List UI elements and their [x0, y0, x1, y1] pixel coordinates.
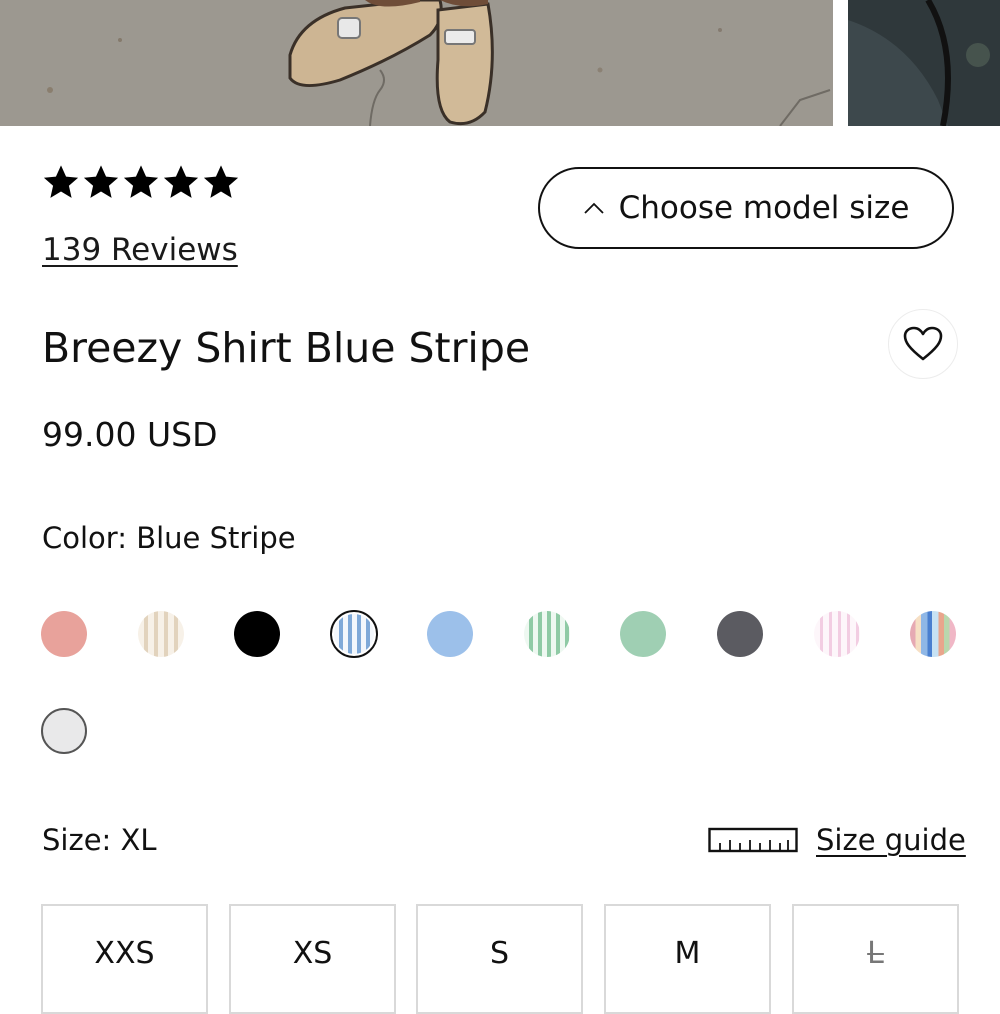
color-swatch-light-blue[interactable]	[427, 611, 473, 657]
photo-loafers-image	[0, 0, 833, 126]
color-swatch-pink-stripe[interactable]	[814, 611, 860, 657]
choose-model-size-button[interactable]: Choose model size	[538, 167, 954, 249]
wishlist-button[interactable]	[888, 309, 958, 379]
size-option-xxs[interactable]: XXS	[41, 904, 208, 1014]
size-option-s[interactable]: S	[416, 904, 583, 1014]
color-swatch-black[interactable]	[234, 611, 280, 657]
color-swatch-beige-stripe[interactable]	[138, 611, 184, 657]
rating-stars	[42, 162, 240, 208]
reviews-link[interactable]: 139 Reviews	[42, 230, 238, 270]
ruler-icon	[708, 827, 798, 853]
color-swatch-pink[interactable]	[41, 611, 87, 657]
chevron-up-icon	[583, 202, 604, 214]
product-photo-main[interactable]	[0, 0, 833, 126]
size-option-l[interactable]: L	[792, 904, 959, 1014]
choose-model-size-label: Choose model size	[618, 190, 910, 226]
star-icon	[123, 165, 159, 198]
size-option-m[interactable]: M	[604, 904, 771, 1014]
color-swatch-green-stripe[interactable]	[524, 611, 570, 657]
color-swatch-mint[interactable]	[620, 611, 666, 657]
color-swatch-white[interactable]	[41, 708, 87, 754]
size-option-xs[interactable]: XS	[229, 904, 396, 1014]
product-price: 99.00 USD	[42, 415, 218, 454]
size-guide-label: Size guide	[816, 823, 966, 857]
product-photo-side[interactable]	[848, 0, 1000, 126]
star-icon	[163, 165, 199, 198]
size-label: Size: XL	[42, 823, 157, 857]
color-label: Color: Blue Stripe	[42, 521, 296, 555]
product-title: Breezy Shirt Blue Stripe	[42, 324, 531, 372]
heart-icon	[903, 326, 943, 361]
color-swatch-charcoal[interactable]	[717, 611, 763, 657]
size-guide-link[interactable]: Size guide	[708, 820, 966, 860]
color-swatch-blue-stripe[interactable]	[330, 610, 378, 658]
star-icon	[203, 165, 239, 198]
photo-denim-image	[848, 0, 1000, 126]
star-icon	[43, 165, 79, 198]
star-icon	[83, 165, 119, 198]
color-swatch-multi-stripe[interactable]	[910, 611, 956, 657]
